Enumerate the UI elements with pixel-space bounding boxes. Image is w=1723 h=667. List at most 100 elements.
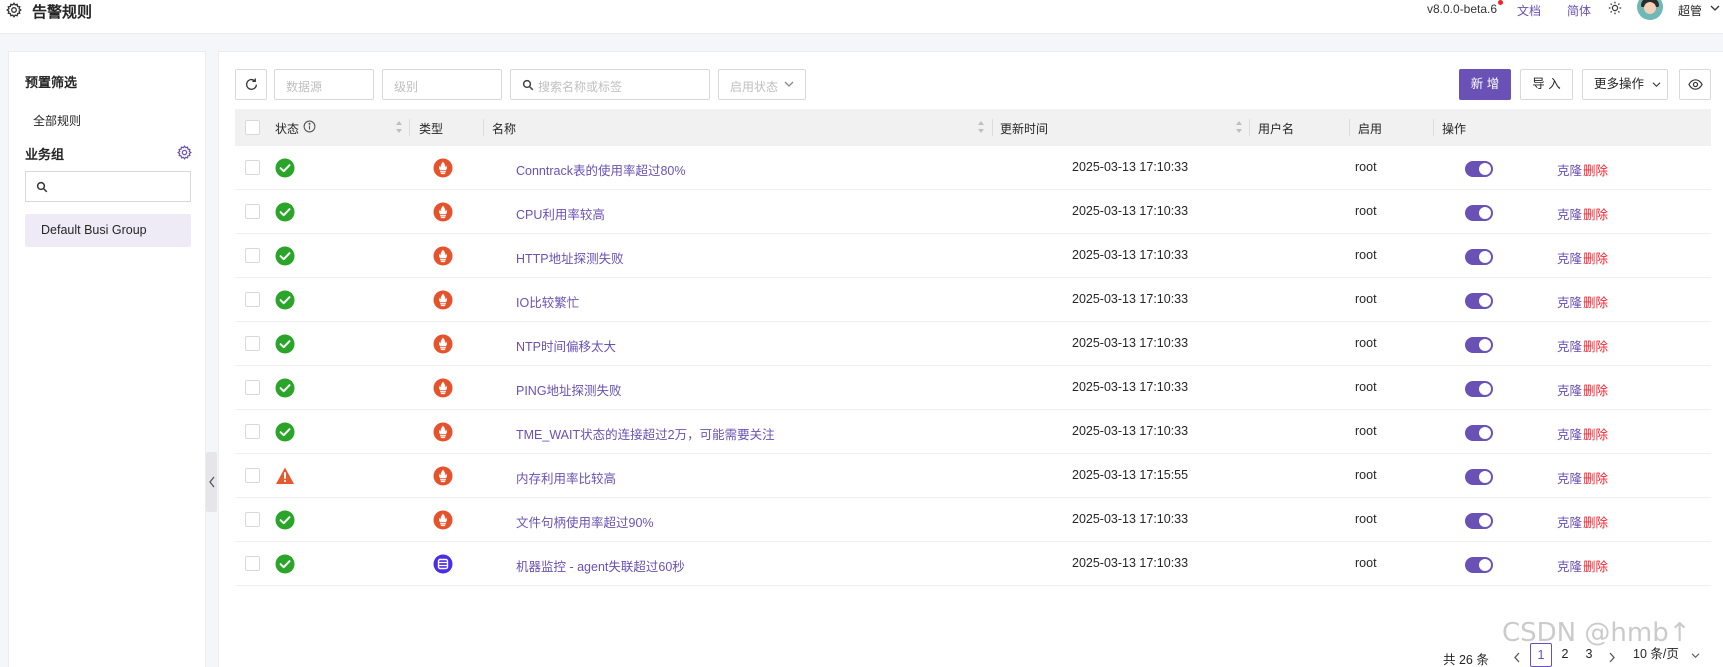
chevron-left-icon[interactable] <box>1513 652 1521 663</box>
delete-link[interactable]: 删除 <box>1583 424 1608 443</box>
column-visibility-button[interactable] <box>1679 69 1711 100</box>
delete-link[interactable]: 删除 <box>1583 468 1608 487</box>
enable-toggle[interactable] <box>1465 381 1493 397</box>
host-icon <box>433 554 453 574</box>
avatar[interactable] <box>1637 0 1663 20</box>
enable-toggle[interactable] <box>1465 425 1493 441</box>
user-menu[interactable]: 超管 <box>1678 2 1702 19</box>
updated-time: 2025-03-13 17:10:33 <box>1072 160 1189 174</box>
group-settings-gear-icon[interactable] <box>177 145 192 160</box>
column-header-updated: 更新时间 <box>1000 122 1049 136</box>
rule-name-link[interactable]: IO比较繁忙 <box>516 292 579 311</box>
delete-link[interactable]: 删除 <box>1583 160 1608 179</box>
sort-updated-icon[interactable] <box>1235 120 1243 134</box>
clone-link[interactable]: 克隆 <box>1557 556 1582 575</box>
app-header: 告警规则 v8.0.0-beta.6 文档 简体 超管 <box>0 0 1723 34</box>
more-actions-button[interactable]: 更多操作 <box>1582 69 1668 100</box>
delete-link[interactable]: 删除 <box>1583 556 1608 575</box>
rule-search-input[interactable]: 搜索名称或标签 <box>510 69 710 100</box>
clone-link[interactable]: 克隆 <box>1557 204 1582 223</box>
enable-toggle[interactable] <box>1465 249 1493 265</box>
enable-status-select[interactable]: 启用状态 <box>718 69 806 100</box>
delete-link[interactable]: 删除 <box>1583 512 1608 531</box>
chevron-right-icon[interactable] <box>1608 652 1616 663</box>
row-checkbox[interactable] <box>245 424 260 439</box>
version-label: v8.0.0-beta.6 <box>1427 2 1498 16</box>
updated-time: 2025-03-13 17:15:55 <box>1072 468 1189 482</box>
enable-toggle[interactable] <box>1465 469 1493 485</box>
clone-link[interactable]: 克隆 <box>1557 424 1582 443</box>
clone-link[interactable]: 克隆 <box>1557 292 1582 311</box>
info-icon[interactable] <box>303 120 316 133</box>
row-checkbox[interactable] <box>245 292 260 307</box>
enable-toggle[interactable] <box>1465 205 1493 221</box>
delete-link[interactable]: 删除 <box>1583 336 1608 355</box>
import-button[interactable]: 导 入 <box>1520 69 1573 100</box>
row-checkbox[interactable] <box>245 468 260 483</box>
clone-link[interactable]: 克隆 <box>1557 512 1582 531</box>
table-row: IO比较繁忙 2025-03-13 17:10:33 root 克隆 删除 <box>235 278 1711 322</box>
table-row: CPU利用率较高 2025-03-13 17:10:33 root 克隆 删除 <box>235 190 1711 234</box>
chevron-down-icon[interactable] <box>1710 4 1720 12</box>
rule-name-link[interactable]: 内存利用率比较高 <box>516 468 616 487</box>
table-header: 状态 类型 名称 更新时间 用户名 启用 操作 <box>235 109 1711 146</box>
username: root <box>1355 160 1377 174</box>
rule-name-link[interactable]: CPU利用率较高 <box>516 204 605 223</box>
datasource-select[interactable]: 数据源 <box>274 69 374 100</box>
select-all-checkbox[interactable] <box>245 120 260 135</box>
refresh-button[interactable] <box>235 69 267 100</box>
rule-name-link[interactable]: NTP时间偏移太大 <box>516 336 616 355</box>
delete-link[interactable]: 删除 <box>1583 248 1608 267</box>
prometheus-icon <box>433 290 453 310</box>
enable-toggle[interactable] <box>1465 337 1493 353</box>
docs-link[interactable]: 文档 <box>1517 2 1541 19</box>
prometheus-icon <box>433 158 453 178</box>
language-switch[interactable]: 简体 <box>1567 2 1591 19</box>
level-select[interactable]: 级别 <box>382 69 502 100</box>
sidebar-collapse-handle[interactable] <box>206 452 217 512</box>
search-icon <box>522 79 534 91</box>
clone-link[interactable]: 克隆 <box>1557 160 1582 179</box>
updated-time: 2025-03-13 17:10:33 <box>1072 512 1189 526</box>
rule-name-link[interactable]: 文件句柄使用率超过90% <box>516 512 654 531</box>
clone-link[interactable]: 克隆 <box>1557 380 1582 399</box>
table-row: PING地址探测失败 2025-03-13 17:10:33 root 克隆 删除 <box>235 366 1711 410</box>
clone-link[interactable]: 克隆 <box>1557 336 1582 355</box>
rule-name-link[interactable]: TME_WAIT状态的连接超过2万，可能需要关注 <box>516 424 775 443</box>
row-checkbox[interactable] <box>245 248 260 263</box>
enable-toggle[interactable] <box>1465 293 1493 309</box>
delete-link[interactable]: 删除 <box>1583 292 1608 311</box>
gear-icon <box>6 2 22 18</box>
row-checkbox[interactable] <box>245 204 260 219</box>
group-search-input[interactable] <box>25 171 191 202</box>
prometheus-icon <box>433 466 453 486</box>
delete-link[interactable]: 删除 <box>1583 380 1608 399</box>
chevron-down-icon <box>1652 82 1661 88</box>
row-checkbox[interactable] <box>245 556 260 571</box>
enable-toggle[interactable] <box>1465 557 1493 573</box>
clone-link[interactable]: 克隆 <box>1557 468 1582 487</box>
rule-name-link[interactable]: Conntrack表的使用率超过80% <box>516 160 686 179</box>
rule-name-link[interactable]: HTTP地址探测失败 <box>516 248 624 267</box>
rule-name-link[interactable]: PING地址探测失败 <box>516 380 622 399</box>
sort-name-icon[interactable] <box>977 120 985 134</box>
username: root <box>1355 292 1377 306</box>
status-ok-icon <box>275 378 295 398</box>
sidebar-item-all-rules[interactable]: 全部规则 <box>33 112 81 129</box>
theme-sun-icon[interactable] <box>1608 1 1622 15</box>
delete-link[interactable]: 删除 <box>1583 204 1608 223</box>
sidebar-item-default-busi-group[interactable]: Default Busi Group <box>25 214 191 247</box>
row-checkbox[interactable] <box>245 160 260 175</box>
rule-name-link[interactable]: 机器监控 - agent失联超过60秒 <box>516 556 685 575</box>
add-rule-button[interactable]: 新 增 <box>1459 69 1511 100</box>
refresh-icon <box>246 78 258 90</box>
enable-toggle[interactable] <box>1465 161 1493 177</box>
enable-toggle[interactable] <box>1465 513 1493 529</box>
username: root <box>1355 424 1377 438</box>
clone-link[interactable]: 克隆 <box>1557 248 1582 267</box>
sort-status-icon[interactable] <box>395 120 403 134</box>
row-checkbox[interactable] <box>245 380 260 395</box>
update-badge <box>1498 0 1503 5</box>
row-checkbox[interactable] <box>245 512 260 527</box>
row-checkbox[interactable] <box>245 336 260 351</box>
